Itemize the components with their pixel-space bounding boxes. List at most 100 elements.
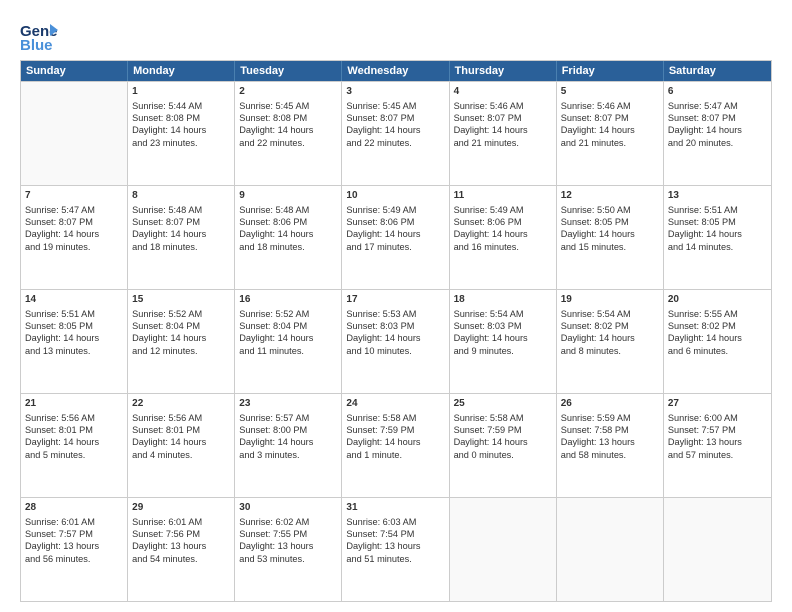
day-number: 18 [454,293,552,307]
day-info-line: Sunset: 8:02 PM [561,320,659,332]
day-number: 14 [25,293,123,307]
empty-cell [557,498,664,601]
day-cell-28: 28Sunrise: 6:01 AMSunset: 7:57 PMDayligh… [21,498,128,601]
day-info-line: Sunrise: 6:00 AM [668,412,767,424]
day-info-line: Sunrise: 5:57 AM [239,412,337,424]
day-cell-20: 20Sunrise: 5:55 AMSunset: 8:02 PMDayligh… [664,290,771,393]
day-info-line: Sunrise: 5:45 AM [346,100,444,112]
day-info-line: Sunset: 8:04 PM [132,320,230,332]
day-info-line: Sunset: 8:08 PM [239,112,337,124]
day-info-line: Daylight: 14 hours [561,228,659,240]
day-number: 28 [25,501,123,515]
day-info-line: Sunset: 7:55 PM [239,528,337,540]
day-info-line: and 13 minutes. [25,345,123,357]
day-info-line: Daylight: 14 hours [346,228,444,240]
day-info-line: Daylight: 14 hours [346,332,444,344]
day-info-line: and 3 minutes. [239,449,337,461]
day-info-line: Sunset: 8:03 PM [454,320,552,332]
day-number: 3 [346,85,444,99]
day-info-line: Sunrise: 6:03 AM [346,516,444,528]
day-number: 29 [132,501,230,515]
day-cell-8: 8Sunrise: 5:48 AMSunset: 8:07 PMDaylight… [128,186,235,289]
day-cell-25: 25Sunrise: 5:58 AMSunset: 7:59 PMDayligh… [450,394,557,497]
day-info-line: Sunrise: 5:59 AM [561,412,659,424]
day-info-line: Sunset: 8:01 PM [25,424,123,436]
day-info-line: and 58 minutes. [561,449,659,461]
day-info-line: and 18 minutes. [132,241,230,253]
day-info-line: Daylight: 14 hours [454,332,552,344]
week-row-5: 28Sunrise: 6:01 AMSunset: 7:57 PMDayligh… [21,497,771,601]
day-info-line: and 15 minutes. [561,241,659,253]
day-number: 17 [346,293,444,307]
day-info-line: Sunset: 8:07 PM [561,112,659,124]
day-info-line: Sunrise: 5:58 AM [346,412,444,424]
day-number: 9 [239,189,337,203]
day-number: 31 [346,501,444,515]
day-info-line: Sunset: 8:07 PM [132,216,230,228]
day-info-line: Daylight: 14 hours [132,228,230,240]
day-info-line: Sunrise: 5:46 AM [454,100,552,112]
day-number: 25 [454,397,552,411]
day-cell-24: 24Sunrise: 5:58 AMSunset: 7:59 PMDayligh… [342,394,449,497]
day-number: 7 [25,189,123,203]
day-info-line: and 0 minutes. [454,449,552,461]
day-info-line: Sunrise: 5:48 AM [132,204,230,216]
day-cell-13: 13Sunrise: 5:51 AMSunset: 8:05 PMDayligh… [664,186,771,289]
day-info-line: Sunset: 8:05 PM [25,320,123,332]
header-day-friday: Friday [557,61,664,81]
day-info-line: and 17 minutes. [346,241,444,253]
day-info-line: Sunset: 7:59 PM [346,424,444,436]
day-info-line: Sunrise: 5:48 AM [239,204,337,216]
day-cell-9: 9Sunrise: 5:48 AMSunset: 8:06 PMDaylight… [235,186,342,289]
day-info-line: Sunset: 8:01 PM [132,424,230,436]
header: General Blue [20,16,772,54]
day-info-line: Sunrise: 5:51 AM [668,204,767,216]
day-info-line: Daylight: 13 hours [239,540,337,552]
day-cell-11: 11Sunrise: 5:49 AMSunset: 8:06 PMDayligh… [450,186,557,289]
day-cell-29: 29Sunrise: 6:01 AMSunset: 7:56 PMDayligh… [128,498,235,601]
header-day-thursday: Thursday [450,61,557,81]
day-info-line: and 23 minutes. [132,137,230,149]
day-cell-7: 7Sunrise: 5:47 AMSunset: 8:07 PMDaylight… [21,186,128,289]
day-info-line: and 53 minutes. [239,553,337,565]
day-info-line: Daylight: 14 hours [239,332,337,344]
day-info-line: Sunrise: 5:58 AM [454,412,552,424]
day-info-line: and 19 minutes. [25,241,123,253]
day-number: 8 [132,189,230,203]
day-number: 21 [25,397,123,411]
day-info-line: Sunset: 8:06 PM [454,216,552,228]
day-info-line: and 8 minutes. [561,345,659,357]
day-cell-30: 30Sunrise: 6:02 AMSunset: 7:55 PMDayligh… [235,498,342,601]
day-info-line: Daylight: 14 hours [239,436,337,448]
day-info-line: Daylight: 14 hours [132,124,230,136]
day-info-line: and 22 minutes. [239,137,337,149]
day-info-line: Sunrise: 5:54 AM [561,308,659,320]
day-cell-21: 21Sunrise: 5:56 AMSunset: 8:01 PMDayligh… [21,394,128,497]
day-info-line: Daylight: 13 hours [561,436,659,448]
day-info-line: Sunrise: 6:01 AM [132,516,230,528]
day-cell-22: 22Sunrise: 5:56 AMSunset: 8:01 PMDayligh… [128,394,235,497]
logo: General Blue [20,16,58,54]
day-number: 12 [561,189,659,203]
day-info-line: Daylight: 13 hours [668,436,767,448]
day-info-line: Daylight: 14 hours [346,124,444,136]
day-cell-18: 18Sunrise: 5:54 AMSunset: 8:03 PMDayligh… [450,290,557,393]
day-cell-14: 14Sunrise: 5:51 AMSunset: 8:05 PMDayligh… [21,290,128,393]
day-cell-17: 17Sunrise: 5:53 AMSunset: 8:03 PMDayligh… [342,290,449,393]
day-info-line: Sunset: 8:06 PM [239,216,337,228]
day-info-line: and 51 minutes. [346,553,444,565]
day-info-line: Sunset: 8:07 PM [668,112,767,124]
svg-text:Blue: Blue [20,37,53,54]
week-row-4: 21Sunrise: 5:56 AMSunset: 8:01 PMDayligh… [21,393,771,497]
day-cell-6: 6Sunrise: 5:47 AMSunset: 8:07 PMDaylight… [664,82,771,185]
day-info-line: Sunrise: 5:47 AM [668,100,767,112]
day-info-line: Sunrise: 5:50 AM [561,204,659,216]
day-info-line: Daylight: 14 hours [25,436,123,448]
day-info-line: Sunset: 7:58 PM [561,424,659,436]
day-info-line: Sunrise: 5:45 AM [239,100,337,112]
day-number: 20 [668,293,767,307]
day-cell-5: 5Sunrise: 5:46 AMSunset: 8:07 PMDaylight… [557,82,664,185]
empty-cell [450,498,557,601]
day-info-line: Daylight: 13 hours [25,540,123,552]
day-info-line: Sunset: 8:08 PM [132,112,230,124]
